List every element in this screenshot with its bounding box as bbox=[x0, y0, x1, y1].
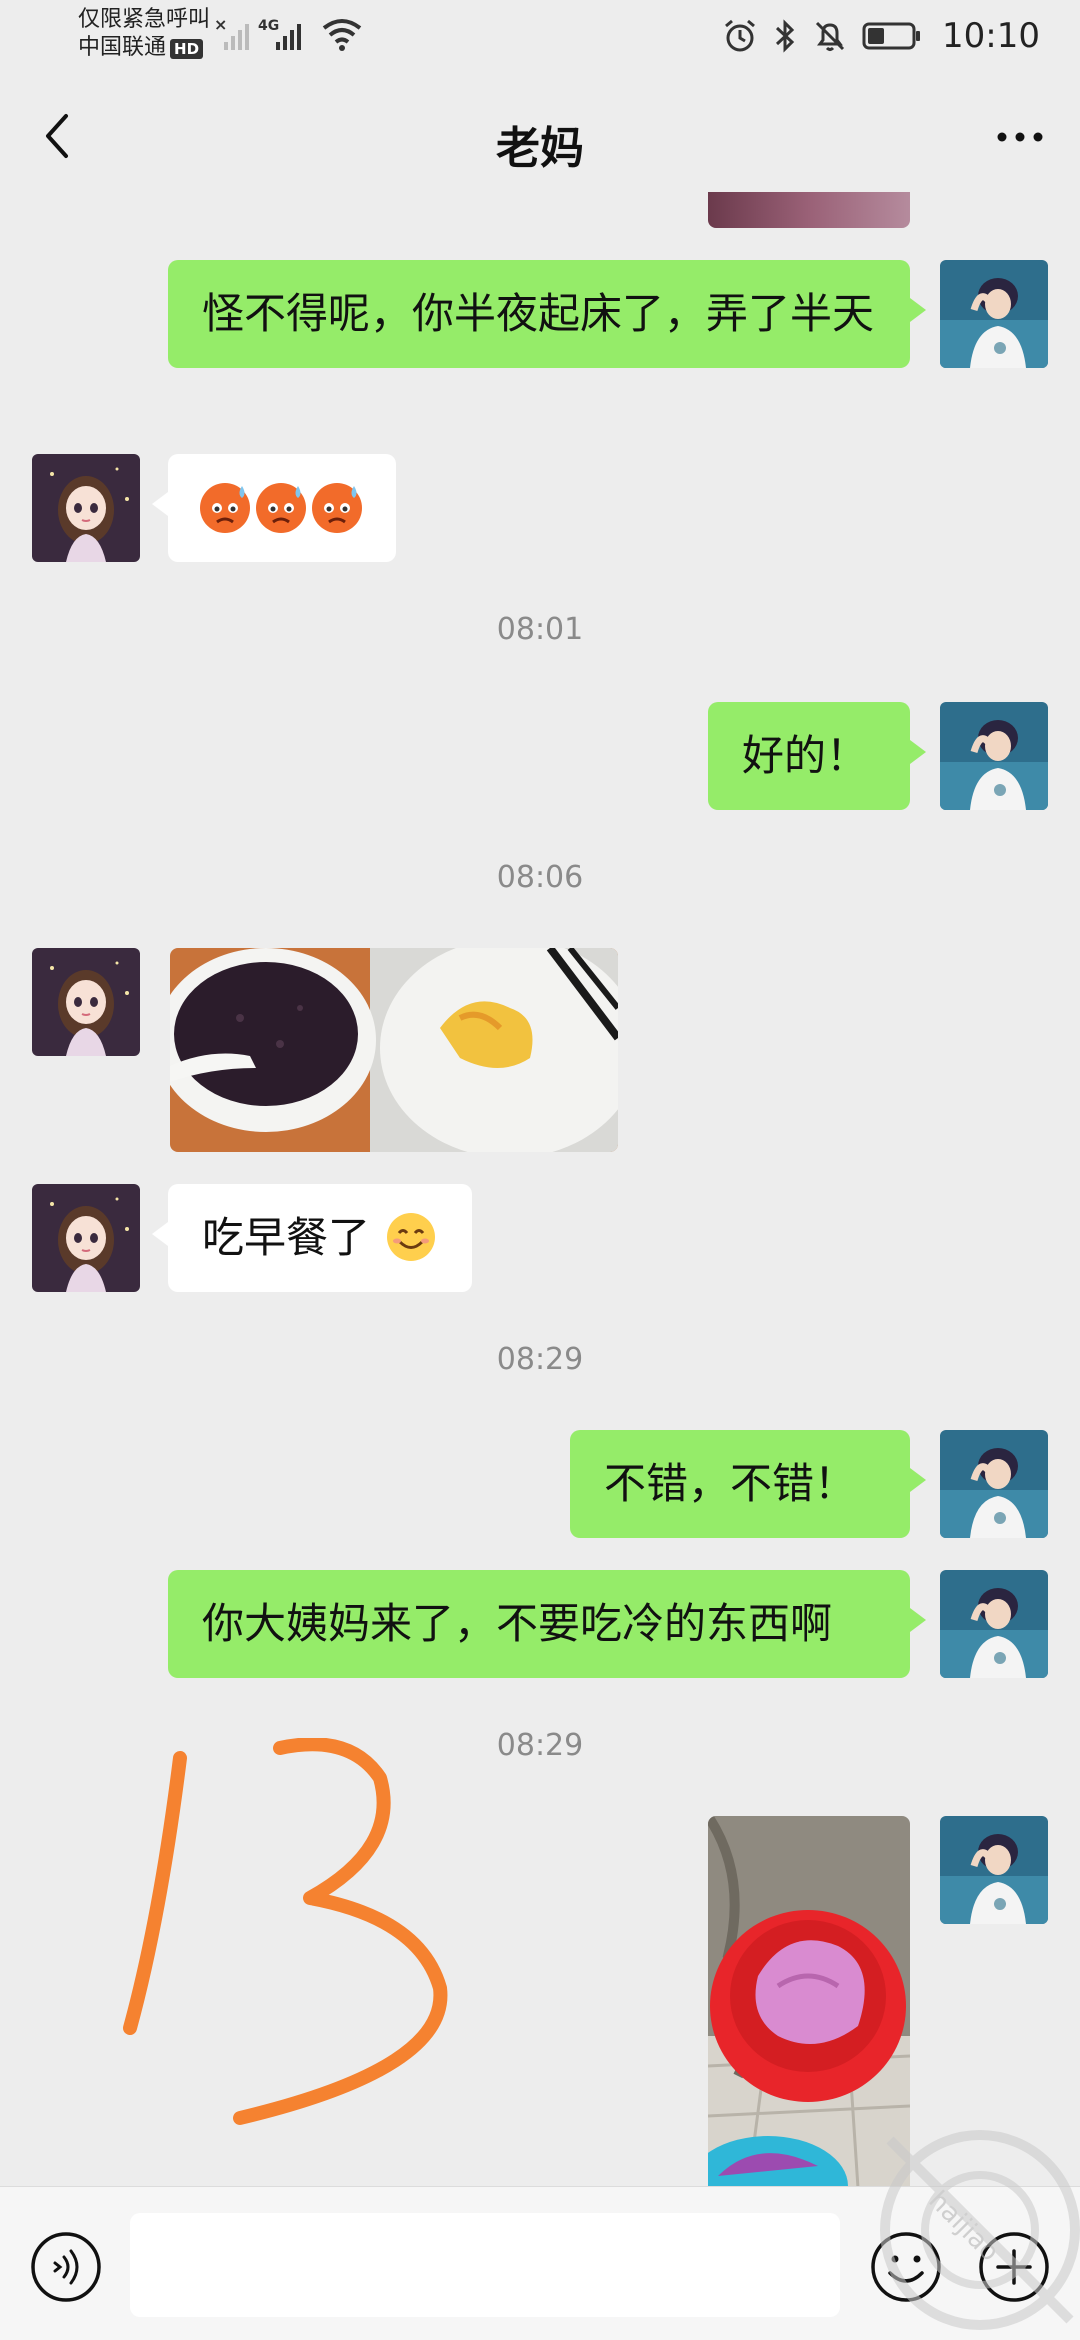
voice-input-icon[interactable] bbox=[28, 2229, 104, 2305]
contact-avatar[interactable] bbox=[32, 1184, 140, 1292]
no-sim-signal-icon: × bbox=[214, 16, 249, 50]
status-bar: 仅限紧急呼叫 中国联通 HD × 4G 10:10 bbox=[0, 0, 1080, 70]
handwritten-annotation: 13 bbox=[90, 1738, 448, 2125]
message-text: 不错，不错！ bbox=[604, 1459, 857, 1508]
carrier-info: 仅限紧急呼叫 中国联通 HD bbox=[78, 6, 210, 62]
message-text: 你大姨妈来了，不要吃冷的东西啊 bbox=[202, 1599, 833, 1648]
wifi-icon bbox=[322, 19, 362, 51]
message-bubble-received[interactable] bbox=[152, 454, 396, 562]
message-text: 怪不得呢，你半夜起床了，弄了半天 bbox=[202, 289, 875, 338]
my-avatar[interactable] bbox=[940, 1570, 1048, 1678]
site-watermark: haijiao bbox=[880, 2130, 1080, 2330]
bluetooth-icon bbox=[775, 19, 795, 53]
cold-sweat-emoji-row bbox=[200, 483, 362, 533]
title-bar: 老妈 bbox=[0, 70, 1080, 202]
message-timestamp: 08:01 bbox=[496, 612, 584, 647]
contact-avatar[interactable] bbox=[32, 948, 140, 1056]
svg-text:×: × bbox=[214, 16, 227, 34]
alarm-icon bbox=[725, 19, 755, 52]
hd-badge: HD bbox=[170, 39, 204, 59]
status-icons: 10:10 bbox=[722, 16, 1040, 56]
my-avatar[interactable] bbox=[940, 702, 1048, 810]
contact-avatar[interactable] bbox=[32, 454, 140, 562]
my-avatar[interactable] bbox=[940, 1430, 1048, 1538]
message-timestamp: 08:06 bbox=[496, 860, 584, 895]
chat-title: 老妈 bbox=[496, 123, 584, 174]
carrier-line2: 中国联通 bbox=[78, 35, 167, 60]
smile-emoji bbox=[387, 1212, 436, 1261]
previous-image-message[interactable] bbox=[708, 192, 910, 228]
cold-sweat-emoji bbox=[200, 483, 250, 533]
annotation-text: 13 bbox=[90, 1738, 92, 1739]
my-avatar[interactable] bbox=[940, 1816, 1048, 1924]
chat-screen: 仅限紧急呼叫 中国联通 HD × 4G 10:10 老妈 怪不得呢，你半夜起床了… bbox=[0, 0, 1080, 2340]
more-options-icon[interactable] bbox=[990, 112, 1050, 162]
message-timestamp: 08:29 bbox=[496, 1342, 584, 1377]
message-list[interactable]: 怪不得呢，你半夜起床了，弄了半天 08:01 好的！ 08:06 吃早餐了 08… bbox=[0, 192, 1080, 2202]
mute-bell-icon bbox=[815, 21, 845, 51]
network-label: 4G bbox=[258, 18, 279, 34]
cold-sweat-emoji bbox=[256, 483, 306, 533]
battery-icon bbox=[862, 22, 921, 50]
message-bubble-sent[interactable]: 不错，不错！ bbox=[570, 1430, 926, 1538]
message-text: 好的！ bbox=[742, 731, 869, 780]
breakfast-porridge-egg-photo[interactable] bbox=[170, 948, 618, 1152]
message-input[interactable] bbox=[130, 2213, 840, 2317]
message-bubble-sent[interactable]: 你大姨妈来了，不要吃冷的东西啊 bbox=[168, 1570, 926, 1678]
message-bubble-sent[interactable]: 怪不得呢，你半夜起床了，弄了半天 bbox=[168, 260, 926, 368]
cold-sweat-emoji bbox=[312, 483, 362, 533]
carrier-line1: 仅限紧急呼叫 bbox=[78, 7, 211, 32]
message-bubble-received[interactable]: 吃早餐了 bbox=[152, 1184, 472, 1292]
message-bubble-sent[interactable]: 好的！ bbox=[708, 702, 926, 810]
clock: 10:10 bbox=[942, 16, 1040, 56]
signal-4g-icon: 4G bbox=[258, 18, 301, 50]
my-avatar[interactable] bbox=[940, 260, 1048, 368]
message-text: 吃早餐了 bbox=[202, 1213, 371, 1262]
